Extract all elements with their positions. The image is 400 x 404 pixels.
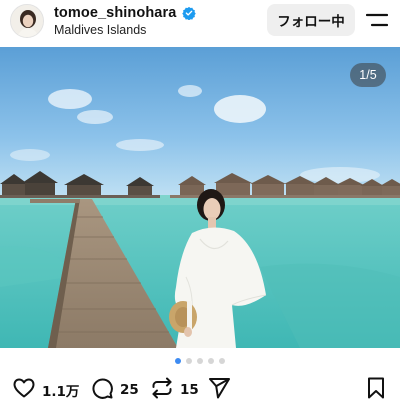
location-label[interactable]: Maldives Islands bbox=[54, 23, 146, 37]
heart-icon[interactable] bbox=[12, 376, 36, 404]
following-button[interactable]: フォロー中 bbox=[267, 4, 355, 36]
like-count[interactable]: 1.1万 bbox=[42, 380, 79, 400]
carousel-dot bbox=[186, 358, 192, 364]
repost-action: 15 bbox=[150, 376, 199, 404]
carousel-dots bbox=[0, 358, 400, 366]
avatar[interactable] bbox=[10, 4, 44, 38]
username-row: tomoe_shinohara bbox=[54, 4, 197, 22]
comment-action: 25 bbox=[90, 376, 139, 404]
verified-icon bbox=[182, 6, 197, 21]
action-bar: 1.1万 25 15 bbox=[0, 376, 400, 404]
bookmark-action bbox=[364, 376, 388, 404]
carousel-dot-active bbox=[175, 358, 181, 364]
like-action: 1.1万 bbox=[12, 378, 79, 402]
repost-icon[interactable] bbox=[150, 376, 174, 404]
repost-count[interactable]: 15 bbox=[180, 382, 199, 398]
username[interactable]: tomoe_shinohara bbox=[54, 5, 176, 21]
post-header: tomoe_shinohara Maldives Islands フォロー中 bbox=[0, 0, 400, 45]
bookmark-icon[interactable] bbox=[364, 376, 388, 404]
comment-icon[interactable] bbox=[90, 376, 114, 404]
menu-icon[interactable] bbox=[365, 12, 389, 28]
share-icon[interactable] bbox=[207, 376, 231, 404]
comment-count[interactable]: 25 bbox=[120, 382, 139, 398]
carousel-dot bbox=[208, 358, 214, 364]
carousel-dot bbox=[219, 358, 225, 364]
post-photo[interactable]: 1/5 bbox=[0, 47, 400, 348]
carousel-counter: 1/5 bbox=[350, 63, 386, 87]
carousel-dot bbox=[197, 358, 203, 364]
share-action bbox=[207, 376, 231, 404]
